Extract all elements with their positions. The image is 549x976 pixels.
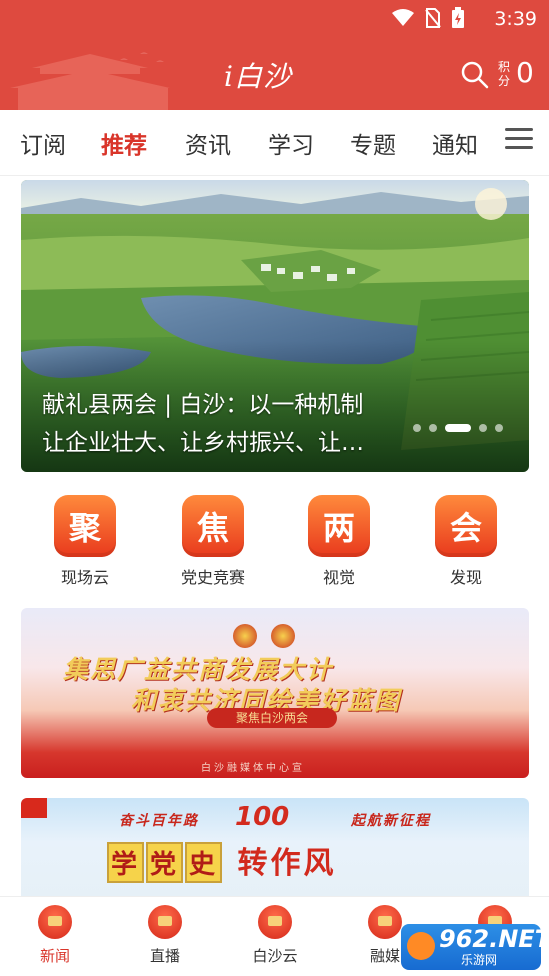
tab-topics[interactable]: 专题 [350, 126, 396, 160]
party-emblem-icon [258, 905, 292, 939]
promo-banner-party-history[interactable]: 奋斗百年路 100 起航新征程 学党史 转作风 [21, 798, 529, 908]
carousel-dot[interactable] [479, 424, 487, 432]
watermark-text: 962.NET [439, 925, 549, 953]
quick-entry-live-cloud[interactable]: 聚 现场云 [30, 495, 140, 588]
carousel-dot-active[interactable] [445, 424, 471, 432]
category-tabs: 订阅 推荐 资讯 学习 专题 通知 [0, 110, 549, 176]
lantern-news-icon [38, 905, 72, 939]
promo2-word: 史 [185, 842, 223, 883]
emblem-group [233, 624, 295, 648]
search-icon[interactable] [460, 60, 490, 90]
quick-entry-label: 现场云 [60, 568, 109, 587]
app-header: 3:39 i白沙 积分 0 [0, 0, 549, 110]
nav-label: 直播 [149, 947, 180, 965]
nav-label: 新闻 [39, 947, 70, 965]
tab-news[interactable]: 资讯 [185, 126, 231, 160]
quick-entry-discover[interactable]: 会 发现 [411, 495, 521, 588]
promo2-word: 党 [146, 842, 184, 883]
no-sim-icon [425, 8, 441, 28]
quick-entry-label: 发现 [449, 568, 482, 587]
lantern-live-icon [148, 905, 182, 939]
nav-news[interactable]: 新闻 [15, 905, 95, 966]
points-label[interactable]: 积分 [498, 60, 512, 88]
quick-entry-label: 视觉 [322, 568, 355, 587]
liang-glyph-icon: 两 [308, 495, 370, 557]
carousel-indicator [413, 424, 503, 432]
watermark-logo-icon [407, 932, 435, 960]
menu-icon[interactable] [505, 128, 533, 152]
carousel-dot[interactable] [495, 424, 503, 432]
hui-glyph-icon: 会 [435, 495, 497, 557]
nav-live[interactable]: 直播 [125, 905, 205, 966]
bottom-navigation: 新闻 直播 白沙云 融媒 962.NET 乐游网 [0, 896, 549, 976]
tab-notice[interactable]: 通知 [432, 126, 478, 160]
national-emblem-icon [233, 624, 257, 648]
palace-illustration [10, 52, 170, 110]
promo2-headline-tail: 转作风 [237, 846, 337, 881]
cppcc-emblem-icon [271, 624, 295, 648]
status-bar: 3:39 [0, 0, 549, 38]
banner-caption-line2: 让企业壮大、让乡村振兴、让… [42, 430, 364, 456]
nav-label: 白沙云 [252, 947, 298, 965]
flag-icon [21, 798, 47, 818]
status-icons [391, 7, 465, 29]
lantern-media-icon [368, 905, 402, 939]
nav-baisha-cloud[interactable]: 白沙云 [235, 905, 315, 966]
watermark-subtext: 乐游网 [461, 953, 498, 967]
promo-banner-two-sessions[interactable]: 集思广益共商发展大计 和衷共济同绘美好蓝图 聚焦白沙两会 白沙融媒体中心宣 [21, 608, 529, 778]
quick-entry-label: 党史竞赛 [180, 568, 245, 587]
promo2-slogan-right: 起航新征程 [351, 813, 431, 829]
promo-tag: 聚焦白沙两会 [207, 708, 337, 728]
banner-caption: 献礼县两会 | 白沙：以一种机制 让企业壮大、让乡村振兴、让… [42, 386, 422, 462]
carousel-dot[interactable] [413, 424, 421, 432]
promo2-word: 学 [107, 842, 145, 883]
promo-footer: 白沙融媒体中心宣 [201, 763, 305, 774]
centenary-badge: 100 [235, 802, 290, 832]
battery-charging-icon [452, 7, 464, 28]
tab-recommended[interactable]: 推荐 [101, 126, 147, 160]
promo2-headline: 学党史 转作风 [107, 838, 337, 883]
tab-subscribe[interactable]: 订阅 [20, 126, 66, 160]
wifi-icon [392, 9, 414, 26]
app-logo: i白沙 [224, 60, 292, 93]
banner-caption-line1: 献礼县两会 | 白沙：以一种机制 [42, 392, 364, 418]
quick-entry-visual[interactable]: 两 视觉 [284, 495, 394, 588]
quick-entry-row: 聚 现场云 焦 党史竞赛 两 视觉 会 发现 [0, 495, 549, 588]
status-time: 3:39 [494, 8, 537, 30]
hero-banner[interactable]: 献礼县两会 | 白沙：以一种机制 让企业壮大、让乡村振兴、让… [21, 180, 529, 472]
site-watermark: 962.NET 乐游网 [401, 924, 549, 970]
carousel-dot[interactable] [429, 424, 437, 432]
app-root: 3:39 i白沙 积分 0 订阅 推荐 资讯 学习 专题 通知 献礼县两会 | … [0, 0, 549, 976]
jiao-glyph-icon: 焦 [182, 495, 244, 557]
tab-study[interactable]: 学习 [268, 126, 314, 160]
ju-glyph-icon: 聚 [54, 495, 116, 557]
quick-entry-party-history-quiz[interactable]: 焦 党史竞赛 [158, 495, 268, 588]
points-value[interactable]: 0 [516, 56, 534, 89]
promo2-slogan-left: 奋斗百年路 [119, 813, 199, 829]
